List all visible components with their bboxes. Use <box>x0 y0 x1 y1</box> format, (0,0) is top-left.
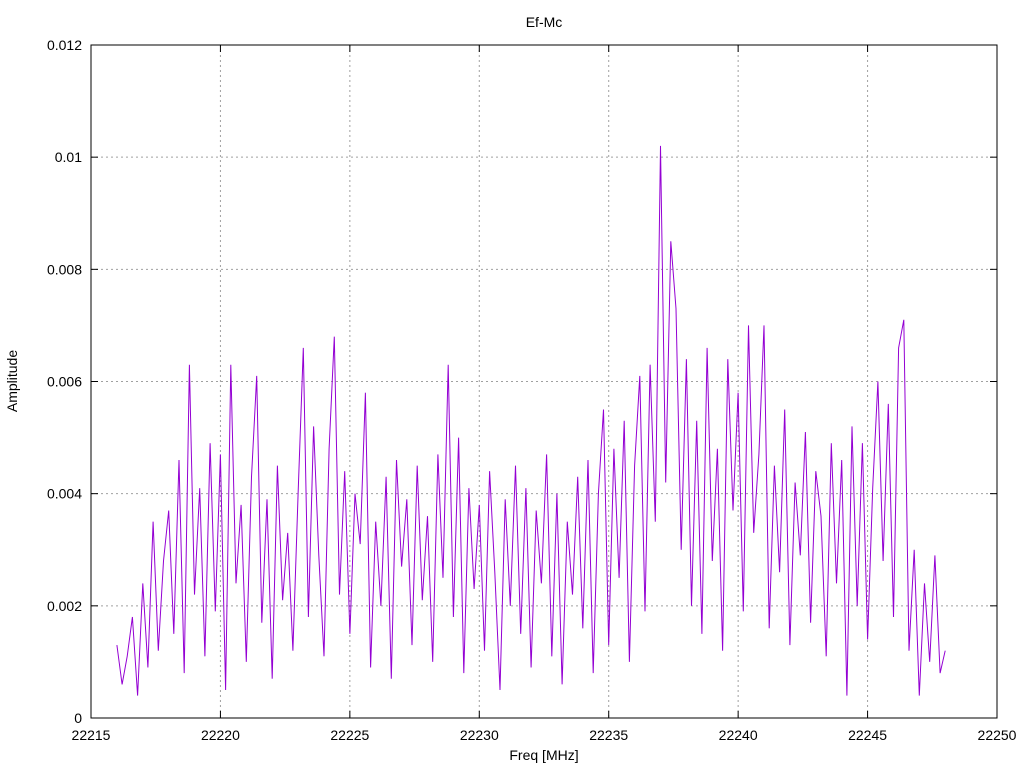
y-axis-label: Amplitude <box>4 350 20 412</box>
x-axis-label: Freq [MHz] <box>509 747 578 763</box>
x-tick-label: 22235 <box>589 727 628 743</box>
x-tick-label: 22225 <box>330 727 369 743</box>
y-tick-labels: 0 0.002 0.004 0.006 0.008 0.01 0.012 <box>47 37 82 726</box>
x-tick-label: 22220 <box>201 727 240 743</box>
y-tick-label: 0 <box>74 710 82 726</box>
x-tick-labels: 22215 22220 22225 22230 22235 22240 22245 22250 <box>72 727 1017 743</box>
y-tick-label: 0.01 <box>55 149 82 165</box>
x-tick-label: 22215 <box>72 727 111 743</box>
y-tick-label: 0.004 <box>47 486 82 502</box>
x-tick-label: 22230 <box>460 727 499 743</box>
x-tick-label: 22250 <box>978 727 1017 743</box>
x-tick-label: 22245 <box>848 727 887 743</box>
y-tick-label: 0.012 <box>47 37 82 53</box>
series-line-ef-mc <box>116 145 946 696</box>
chart: Ef-Mc Freq [MHz] Amplitude 22215 22220 222… <box>4 14 1017 763</box>
x-tick-label: 22240 <box>719 727 758 743</box>
y-tick-label: 0.006 <box>47 374 82 390</box>
chart-title: Ef-Mc <box>526 14 563 30</box>
y-tick-label: 0.002 <box>47 598 82 614</box>
y-tick-label: 0.008 <box>47 261 82 277</box>
